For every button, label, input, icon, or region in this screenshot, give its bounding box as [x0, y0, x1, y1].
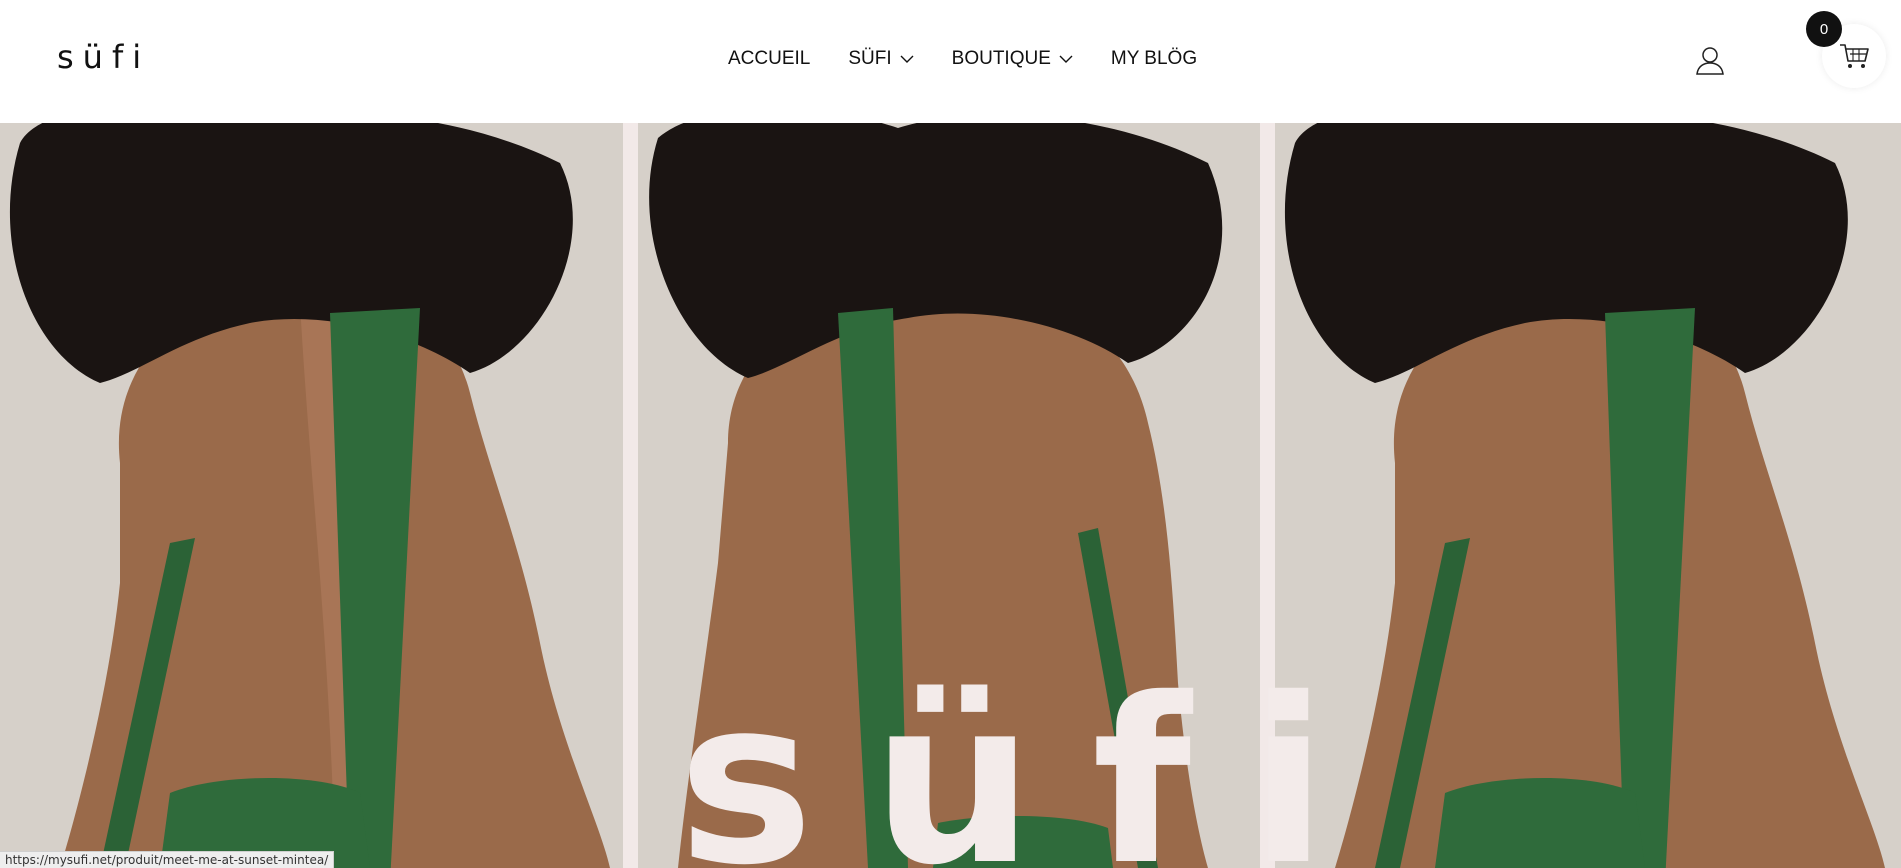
hero-banner[interactable]: süfi: [0, 123, 1901, 868]
browser-status-url: https://mysufi.net/produit/meet-me-at-su…: [0, 851, 335, 868]
chevron-down-icon: [900, 55, 914, 63]
nav-label: SÜFI: [848, 48, 892, 69]
cart-icon: [1840, 44, 1869, 68]
hero-image-panel[interactable]: [0, 123, 623, 868]
nav-item-my-blog[interactable]: MY BLÖG: [1111, 48, 1197, 70]
nav-label: ACCUEIL: [728, 48, 811, 69]
nav-item-accueil[interactable]: ACCUEIL: [728, 48, 810, 70]
nav-label: MY BLÖG: [1110, 48, 1198, 69]
nav-item-sufi[interactable]: SÜFI: [848, 48, 914, 70]
nav-item-boutique[interactable]: BOUTIQUE: [952, 48, 1073, 70]
site-logo[interactable]: süfi: [57, 38, 150, 76]
account-button[interactable]: [1694, 44, 1726, 76]
hero-brand-wordmark: süfi: [678, 649, 1386, 868]
nav-label: BOUTIQUE: [951, 48, 1051, 69]
cart-count-badge: 0: [1806, 11, 1842, 47]
main-nav: ACCUEIL SÜFI BOUTIQUE MY BLÖG: [728, 48, 1197, 70]
user-icon: [1696, 47, 1724, 75]
site-header: süfi ACCUEIL SÜFI BOUTIQUE MY BLÖG 0: [0, 0, 1901, 123]
model-photo: [0, 123, 623, 868]
chevron-down-icon: [1059, 55, 1073, 63]
